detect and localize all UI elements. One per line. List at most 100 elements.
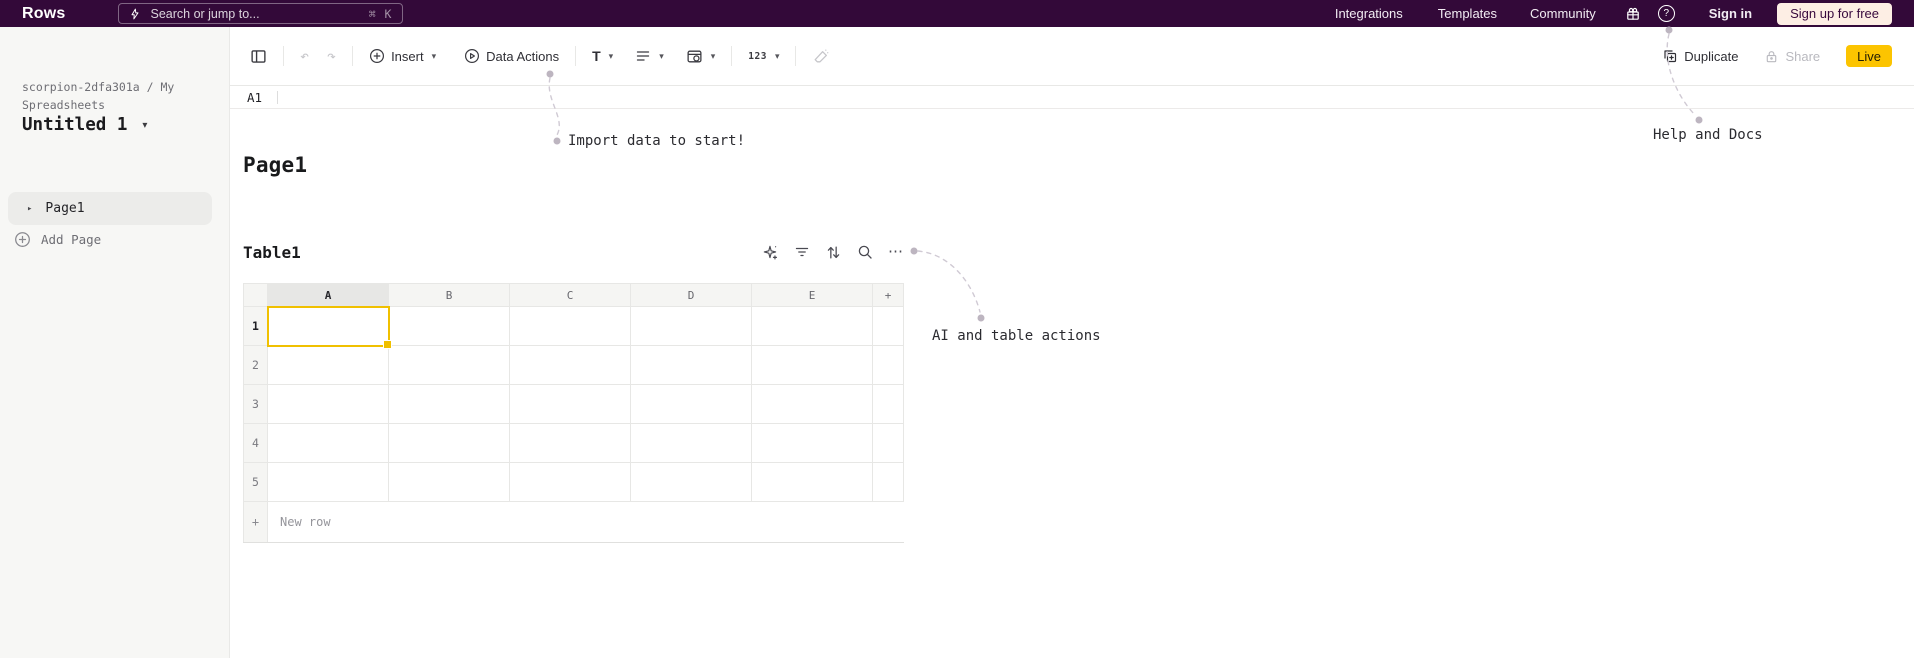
sign-in-link[interactable]: Sign in [1709,6,1752,21]
insert-label: Insert [391,48,424,64]
number-format-button[interactable]: 123 ▾ [748,51,779,62]
add-page-button[interactable]: Add Page [14,231,101,248]
page-title: Page1 [243,153,308,177]
cell[interactable] [389,307,510,346]
table-header-row: Table1 ⋯ [243,237,904,267]
cell[interactable] [268,463,389,502]
nav-templates[interactable]: Templates [1438,6,1497,21]
cell[interactable] [873,463,904,502]
toolbar-right-cluster: Duplicate Share Live [1662,45,1914,67]
gift-icon[interactable] [1625,6,1641,22]
column-header-C[interactable]: C [510,283,631,307]
cell[interactable] [752,424,873,463]
sidebar-item-page1[interactable]: ▸ Page1 [8,192,212,225]
insert-button[interactable]: Insert ▾ [369,48,436,64]
workbook-title-dropdown[interactable]: Untitled 1 ▾ [22,115,147,135]
cell[interactable] [631,307,752,346]
cell[interactable] [389,424,510,463]
row-header-4[interactable]: 4 [243,424,268,463]
annotation-import-data: Import data to start! [568,133,746,149]
search-input[interactable]: Search or jump to... ⌘ K [118,3,404,24]
cell[interactable] [510,307,631,346]
chevron-down-icon: ▾ [142,119,148,131]
sign-up-button[interactable]: Sign up for free [1777,2,1892,25]
clear-formatting-icon[interactable] [812,48,829,65]
cell[interactable] [752,463,873,502]
nav-community[interactable]: Community [1530,6,1596,21]
cell[interactable] [631,346,752,385]
table-row: 2 [243,346,904,385]
spreadsheet-canvas: Page1 Table1 ⋯ A B C D E + 1 2 3 4 5 + N… [230,109,1914,658]
search-icon[interactable] [857,244,873,260]
cell[interactable] [752,346,873,385]
cell[interactable] [873,385,904,424]
breadcrumb[interactable]: scorpion-2dfa301a / My Spreadsheets [22,79,190,115]
add-row-button[interactable]: + [243,502,268,542]
cell[interactable] [631,463,752,502]
cell[interactable] [268,346,389,385]
cell[interactable] [389,385,510,424]
text-format-button[interactable]: T ▾ [592,48,613,64]
alignment-button[interactable]: ▾ [635,48,664,64]
plus-circle-icon [15,232,30,247]
row-header-1[interactable]: 1 [243,307,268,346]
redo-icon[interactable]: ↷ [327,48,336,64]
share-label: Share [1785,48,1821,64]
fill-color-button[interactable]: ▾ [686,48,715,65]
cell[interactable] [873,346,904,385]
cell[interactable] [268,385,389,424]
add-column-button[interactable]: + [873,283,904,307]
column-header-A[interactable]: A [268,283,389,307]
ai-sparkle-icon[interactable] [762,244,779,261]
cell[interactable] [510,424,631,463]
triangle-right-icon: ▸ [27,203,33,214]
cell[interactable] [631,424,752,463]
new-row-label[interactable]: New row [268,502,904,542]
cell[interactable] [389,463,510,502]
cell[interactable] [510,346,631,385]
new-row[interactable]: + New row [243,502,904,543]
annotation-help-docs: Help and Docs [1653,127,1763,143]
sort-icon[interactable] [825,244,842,261]
cell[interactable] [873,307,904,346]
cell-A1[interactable] [268,307,389,346]
column-header-B[interactable]: B [389,283,510,307]
duplicate-label: Duplicate [1684,48,1739,64]
fill-handle[interactable] [383,340,392,349]
cell-reference[interactable]: A1 [247,90,277,105]
help-icon[interactable]: ? [1657,5,1675,22]
share-button[interactable]: Share [1764,49,1820,64]
formula-input[interactable] [278,86,1914,108]
toolbar-divider [731,46,733,66]
live-badge[interactable]: Live [1846,45,1892,67]
cell[interactable] [873,424,904,463]
data-actions-button[interactable]: Data Actions [464,48,559,64]
cell[interactable] [268,424,389,463]
filter-icon[interactable] [794,244,810,260]
grid-header-row: A B C D E + [243,283,904,307]
row-header-3[interactable]: 3 [243,385,268,424]
toolbar-divider [575,46,577,66]
rows-logo[interactable]: Rows [22,5,65,23]
table-row: 1 [243,307,904,346]
fill-color-icon [687,50,702,62]
sidebar-toggle-icon[interactable] [250,48,267,65]
help-question-glyph: ? [1657,5,1675,22]
nav-integrations[interactable]: Integrations [1335,6,1403,21]
cell[interactable] [752,307,873,346]
undo-icon[interactable]: ↶ [300,48,309,64]
cell[interactable] [752,385,873,424]
cell[interactable] [631,385,752,424]
row-header-2[interactable]: 2 [243,346,268,385]
cell[interactable] [510,385,631,424]
column-header-E[interactable]: E [752,283,873,307]
duplicate-button[interactable]: Duplicate [1662,48,1738,64]
table-title[interactable]: Table1 [243,243,301,262]
cell[interactable] [510,463,631,502]
grid-corner[interactable] [243,283,268,307]
flash-icon [129,7,141,21]
column-header-D[interactable]: D [631,283,752,307]
toolbar-divider [795,46,797,66]
cell[interactable] [389,346,510,385]
row-header-5[interactable]: 5 [243,463,268,502]
